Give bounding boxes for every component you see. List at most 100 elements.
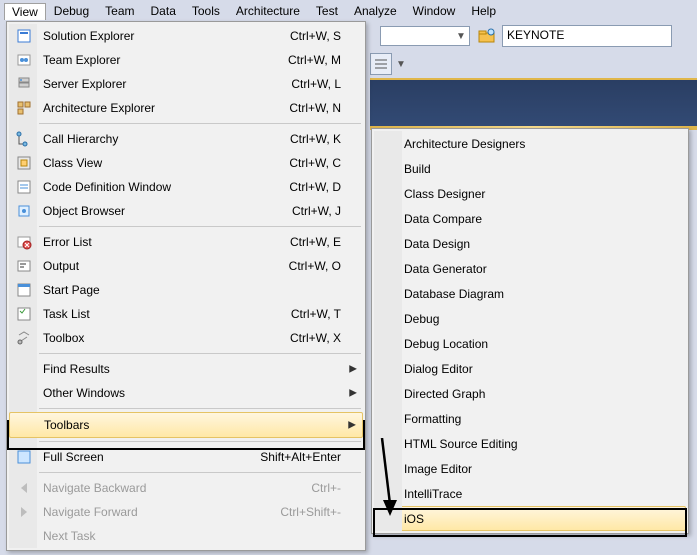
menu-item-icon bbox=[11, 100, 37, 116]
menubar-item-analyze[interactable]: Analyze bbox=[346, 2, 405, 20]
menu-item-task-list[interactable]: Task ListCtrl+W, T bbox=[9, 302, 363, 326]
menu-item-label: Toolbox bbox=[37, 331, 290, 345]
menu-item-icon bbox=[11, 282, 37, 298]
menubar-item-architecture[interactable]: Architecture bbox=[228, 2, 308, 20]
toolbars-item-ios[interactable]: iOS bbox=[374, 506, 686, 531]
menu-item-shortcut: Ctrl+W, T bbox=[291, 307, 359, 321]
menubar-item-window[interactable]: Window bbox=[405, 2, 464, 20]
menu-separator bbox=[39, 408, 361, 409]
call-hierarchy-icon bbox=[16, 131, 32, 147]
menu-item-code-definition-window[interactable]: Code Definition WindowCtrl+W, D bbox=[9, 175, 363, 199]
chevron-down-icon: ▼ bbox=[453, 31, 469, 42]
toolbars-item-label: Dialog Editor bbox=[404, 362, 473, 376]
menu-item-icon bbox=[11, 179, 37, 195]
menubar-item-help[interactable]: Help bbox=[463, 2, 504, 20]
platform-combo[interactable]: ▼ bbox=[380, 26, 470, 46]
open-folder-button[interactable] bbox=[476, 25, 498, 47]
menu-item-label: Team Explorer bbox=[37, 53, 288, 67]
full-screen-icon bbox=[16, 449, 32, 465]
menu-item-icon bbox=[11, 52, 37, 68]
toolbars-item-label: Debug Location bbox=[404, 337, 488, 351]
menu-item-class-view[interactable]: Class ViewCtrl+W, C bbox=[9, 151, 363, 175]
menubar-item-test[interactable]: Test bbox=[308, 2, 346, 20]
menubar-item-debug[interactable]: Debug bbox=[46, 2, 97, 20]
toolbars-item-label: Class Designer bbox=[404, 187, 485, 201]
menu-item-full-screen[interactable]: Full ScreenShift+Alt+Enter bbox=[9, 445, 363, 469]
toolbars-item-architecture-designers[interactable]: Architecture Designers bbox=[374, 131, 686, 156]
menu-item-label: Call Hierarchy bbox=[37, 132, 290, 146]
toolbars-item-html-source-editing[interactable]: HTML Source Editing bbox=[374, 431, 686, 456]
toolbars-item-debug-location[interactable]: Debug Location bbox=[374, 331, 686, 356]
server-explorer-icon bbox=[16, 76, 32, 92]
menu-separator bbox=[39, 353, 361, 354]
menu-item-icon bbox=[11, 449, 37, 465]
toolbars-item-dialog-editor[interactable]: Dialog Editor bbox=[374, 356, 686, 381]
menu-separator bbox=[39, 441, 361, 442]
menu-item-icon bbox=[11, 504, 37, 520]
menu-item-label: Other Windows bbox=[37, 386, 359, 400]
architecture-explorer-icon bbox=[16, 100, 32, 116]
menu-item-call-hierarchy[interactable]: Call HierarchyCtrl+W, K bbox=[9, 127, 363, 151]
search-input[interactable]: KEYNOTE bbox=[502, 25, 672, 47]
menu-item-label: Task List bbox=[37, 307, 291, 321]
start-page-banner bbox=[370, 78, 697, 128]
menu-item-server-explorer[interactable]: Server ExplorerCtrl+W, L bbox=[9, 72, 363, 96]
menu-separator bbox=[39, 472, 361, 473]
menu-item-find-results[interactable]: Find Results▶ bbox=[9, 357, 363, 381]
menu-item-icon bbox=[11, 28, 37, 44]
menu-item-icon bbox=[11, 480, 37, 496]
menu-item-shortcut: Ctrl+W, X bbox=[290, 331, 359, 345]
menu-item-icon bbox=[11, 330, 37, 346]
chevron-down-icon: ▼ bbox=[396, 59, 406, 70]
toolbars-item-data-generator[interactable]: Data Generator bbox=[374, 256, 686, 281]
toolbars-item-label: Data Compare bbox=[404, 212, 482, 226]
menubar-item-tools[interactable]: Tools bbox=[184, 2, 228, 20]
toolbars-item-image-editor[interactable]: Image Editor bbox=[374, 456, 686, 481]
toolbars-item-debug[interactable]: Debug bbox=[374, 306, 686, 331]
menu-item-object-browser[interactable]: Object BrowserCtrl+W, J bbox=[9, 199, 363, 223]
menu-item-icon bbox=[11, 155, 37, 171]
toolbars-item-formatting[interactable]: Formatting bbox=[374, 406, 686, 431]
toolbars-item-label: IntelliTrace bbox=[404, 487, 462, 501]
menu-item-team-explorer[interactable]: Team ExplorerCtrl+W, M bbox=[9, 48, 363, 72]
menu-item-shortcut: Ctrl+- bbox=[311, 481, 359, 495]
menu-item-architecture-explorer[interactable]: Architecture ExplorerCtrl+W, N bbox=[9, 96, 363, 120]
menu-item-shortcut: Ctrl+W, S bbox=[290, 29, 359, 43]
submenu-arrow-icon: ▶ bbox=[349, 364, 357, 375]
menu-item-error-list[interactable]: Error ListCtrl+W, E bbox=[9, 230, 363, 254]
menu-item-output[interactable]: OutputCtrl+W, O bbox=[9, 254, 363, 278]
toolbar-button-a[interactable] bbox=[370, 53, 392, 75]
toolbars-item-class-designer[interactable]: Class Designer bbox=[374, 181, 686, 206]
toolbars-item-label: Architecture Designers bbox=[404, 137, 525, 151]
menu-item-label: Output bbox=[37, 259, 289, 273]
toolbars-item-label: iOS bbox=[404, 512, 424, 526]
toolbars-item-database-diagram[interactable]: Database Diagram bbox=[374, 281, 686, 306]
nav-forward-icon bbox=[16, 504, 32, 520]
solution-explorer-icon bbox=[16, 28, 32, 44]
toolbars-item-data-compare[interactable]: Data Compare bbox=[374, 206, 686, 231]
menu-item-toolbox[interactable]: ToolboxCtrl+W, X bbox=[9, 326, 363, 350]
lines-icon bbox=[374, 58, 388, 70]
toolbars-item-data-design[interactable]: Data Design bbox=[374, 231, 686, 256]
menubar-item-team[interactable]: Team bbox=[97, 2, 142, 20]
toolbars-item-label: Build bbox=[404, 162, 431, 176]
menu-item-other-windows[interactable]: Other Windows▶ bbox=[9, 381, 363, 405]
menu-item-navigate-backward: Navigate BackwardCtrl+- bbox=[9, 476, 363, 500]
submenu-icon-strip bbox=[374, 131, 402, 531]
menu-item-start-page[interactable]: Start Page bbox=[9, 278, 363, 302]
toolbars-item-label: Formatting bbox=[404, 412, 461, 426]
menubar-item-data[interactable]: Data bbox=[143, 2, 184, 20]
menu-item-shortcut: Ctrl+W, L bbox=[291, 77, 359, 91]
toolbars-item-directed-graph[interactable]: Directed Graph bbox=[374, 381, 686, 406]
menu-item-shortcut: Ctrl+W, N bbox=[289, 101, 359, 115]
toolbars-item-label: Database Diagram bbox=[404, 287, 504, 301]
toolbars-item-label: Image Editor bbox=[404, 462, 472, 476]
menu-item-toolbars[interactable]: Toolbars▶ bbox=[9, 412, 363, 438]
menu-item-icon bbox=[11, 306, 37, 322]
menubar-item-view[interactable]: View bbox=[4, 3, 46, 20]
folder-icon bbox=[478, 28, 496, 44]
menu-item-solution-explorer[interactable]: Solution ExplorerCtrl+W, S bbox=[9, 24, 363, 48]
menu-item-shortcut: Ctrl+W, J bbox=[292, 204, 359, 218]
toolbars-item-build[interactable]: Build bbox=[374, 156, 686, 181]
toolbars-item-intellitrace[interactable]: IntelliTrace bbox=[374, 481, 686, 506]
